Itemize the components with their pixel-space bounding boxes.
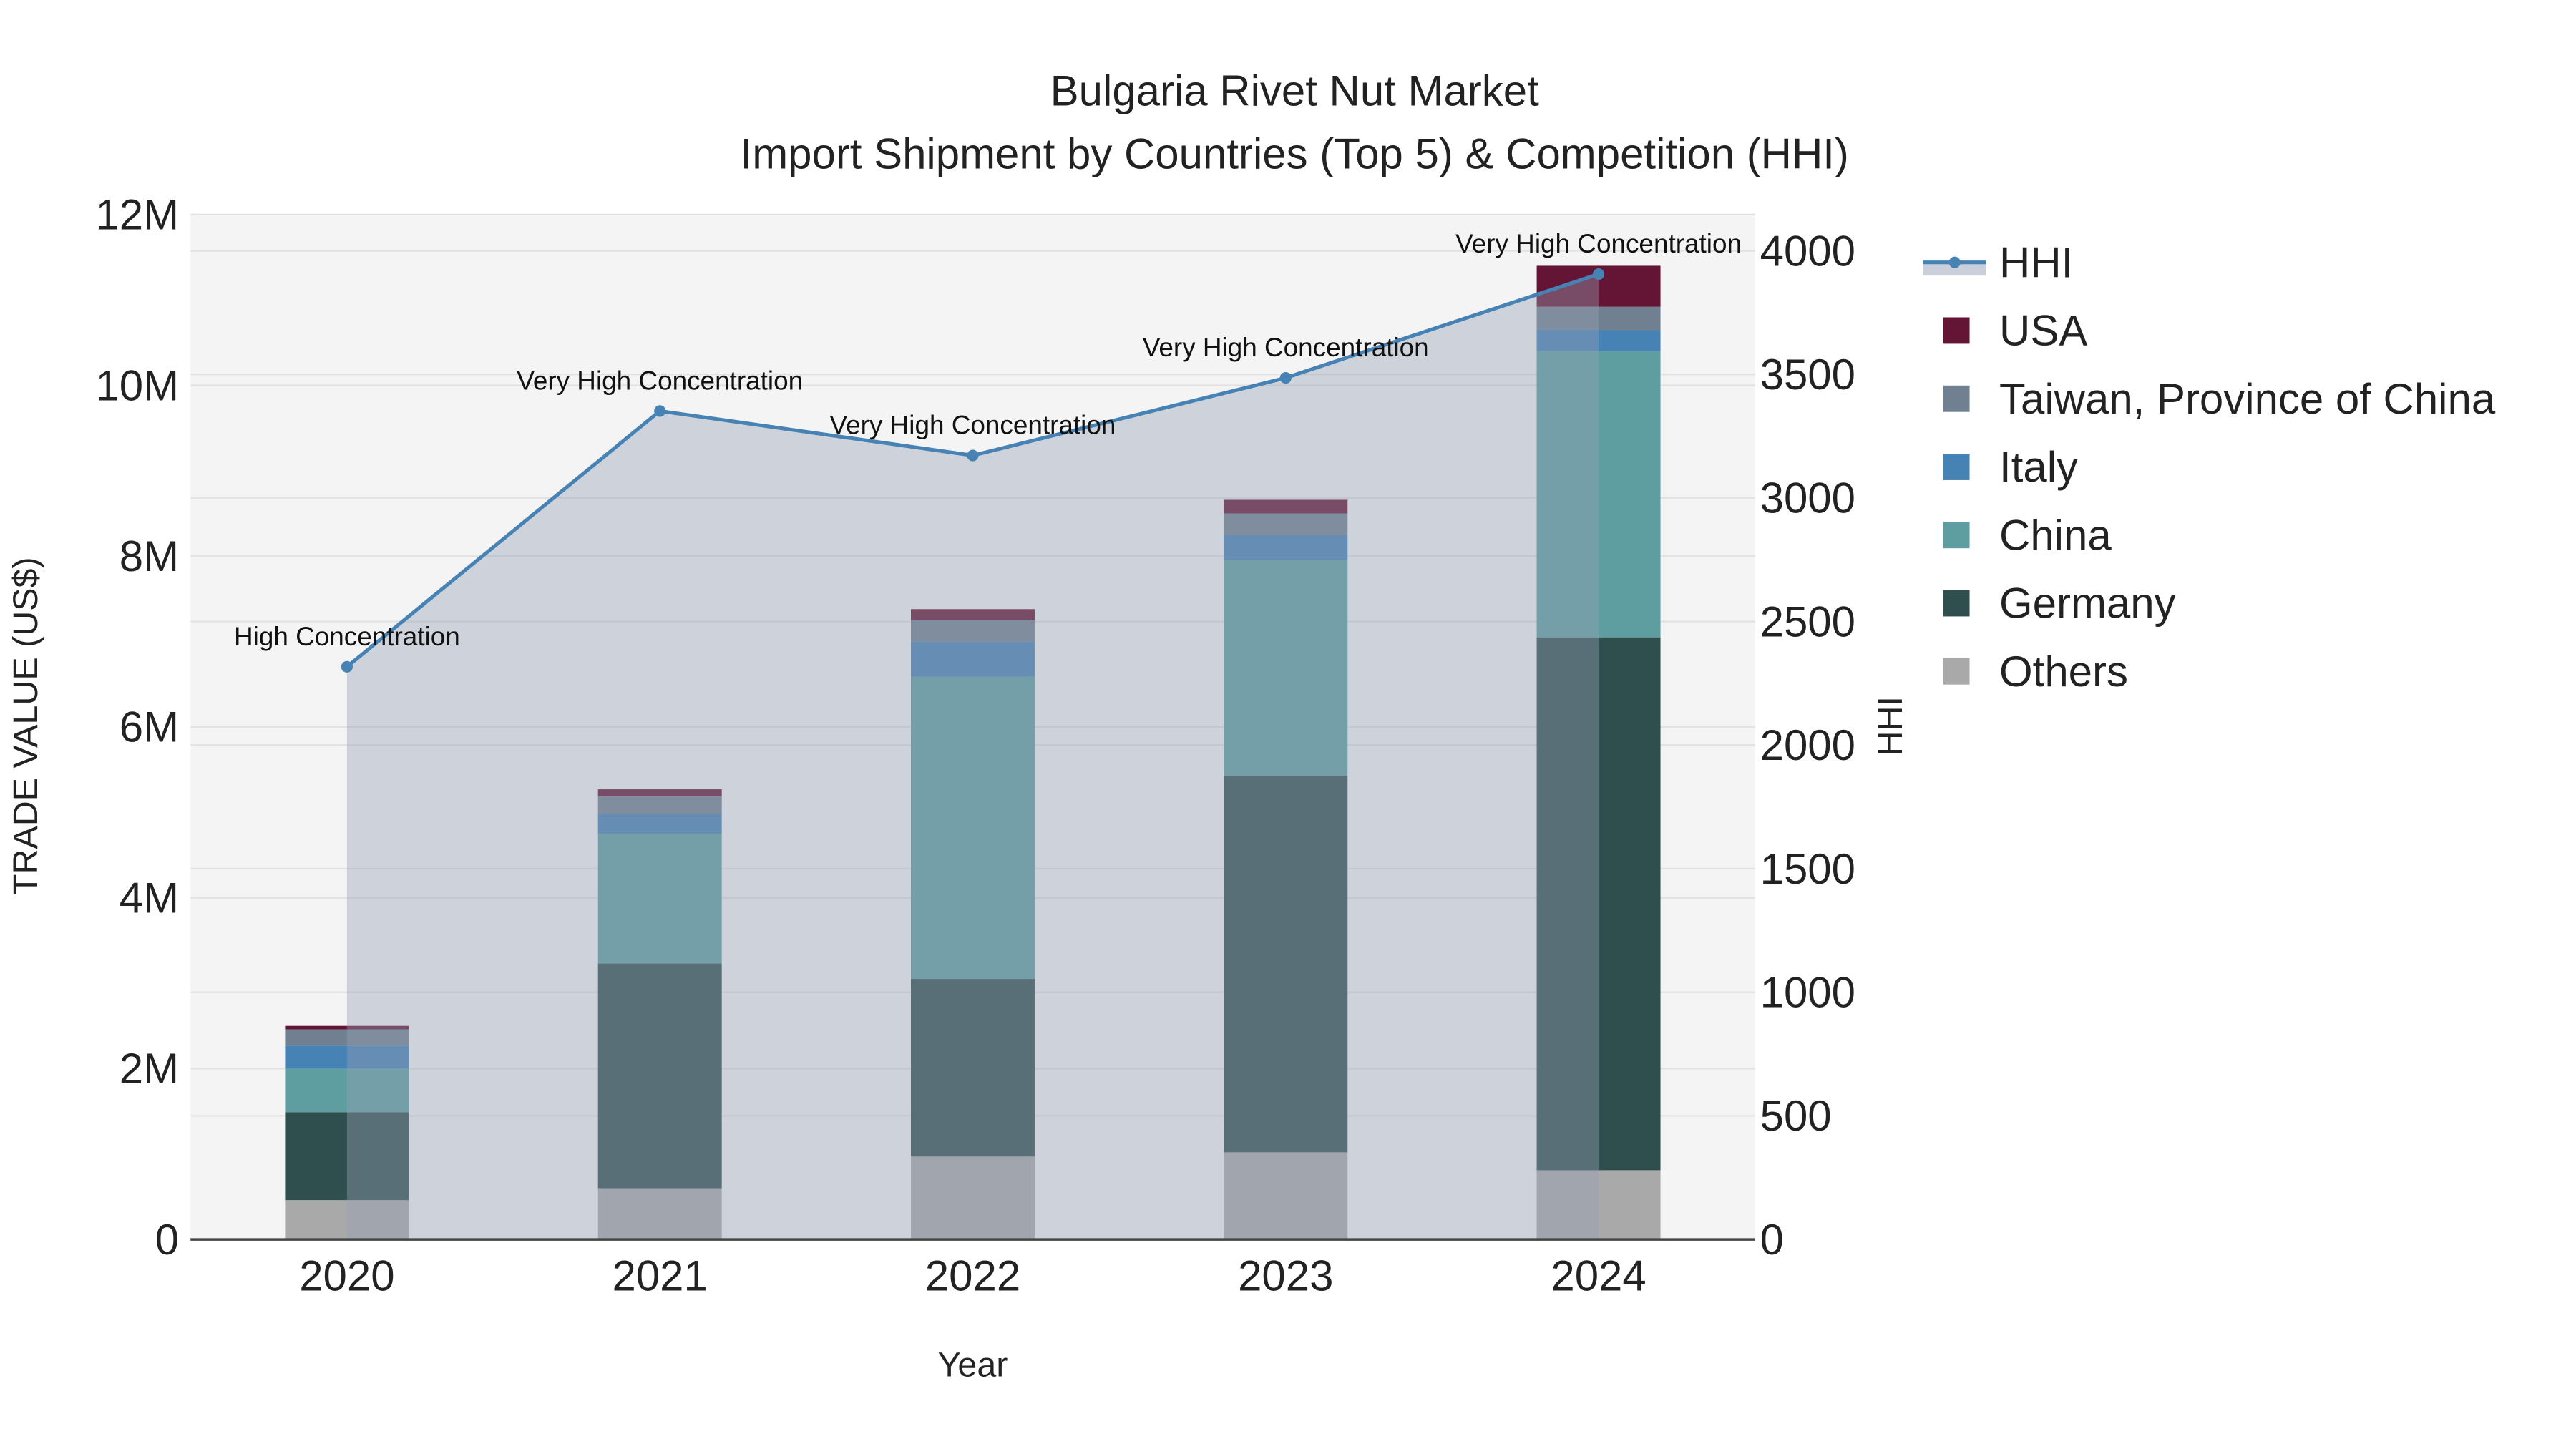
y-tick-label: 10M bbox=[95, 361, 179, 409]
legend-swatch-others bbox=[1943, 658, 1970, 685]
x-tick-label: 2022 bbox=[925, 1252, 1020, 1300]
y2-tick-label: 1000 bbox=[1760, 968, 1855, 1016]
x-tick-label: 2024 bbox=[1551, 1252, 1646, 1300]
y2-axis: 0 500 1000 1500 2000 2500 3000 3500 4000 bbox=[1760, 227, 1855, 1264]
chart-title: Bulgaria Rivet Nut Market bbox=[1050, 67, 1539, 115]
legend-label: Germany bbox=[1999, 580, 2176, 628]
y2-axis-label: HHI bbox=[1871, 696, 1910, 756]
hhi-point bbox=[1592, 268, 1605, 280]
legend: HHI USA Taiwan, Province of China Italy Chin… bbox=[1923, 238, 2496, 696]
chart-subtitle: Import Shipment by Countries (Top 5) & C… bbox=[741, 130, 1849, 177]
y2-tick-label: 3000 bbox=[1760, 474, 1855, 522]
legend-label: Taiwan, Province of China bbox=[1999, 375, 2496, 423]
x-axis-label: Year bbox=[938, 1346, 1008, 1385]
hhi-point bbox=[967, 449, 979, 462]
y2-tick-label: 1500 bbox=[1760, 845, 1855, 893]
hhi-annotation: Very High Concentration bbox=[1143, 333, 1429, 362]
y-tick-label: 0 bbox=[155, 1216, 179, 1264]
y2-tick-label: 500 bbox=[1760, 1092, 1832, 1140]
legend-label: China bbox=[1999, 511, 2112, 559]
y2-tick-label: 2000 bbox=[1760, 721, 1855, 769]
y-axis-label: TRADE VALUE (US$) bbox=[6, 557, 45, 895]
legend-label: Others bbox=[1999, 648, 2128, 696]
hhi-point bbox=[1279, 372, 1292, 384]
x-tick-label: 2021 bbox=[613, 1252, 708, 1300]
legend-label: USA bbox=[1999, 307, 2087, 355]
hhi-point bbox=[654, 405, 666, 417]
x-axis: 2020 2021 2022 2023 2024 bbox=[299, 1252, 1646, 1300]
hhi-point bbox=[341, 660, 353, 673]
legend-swatch-china bbox=[1943, 522, 1970, 549]
legend-swatch-taiwan-province-of-china bbox=[1943, 385, 1970, 412]
hhi-annotation: Very High Concentration bbox=[830, 411, 1116, 440]
legend-swatch-usa bbox=[1943, 317, 1970, 344]
y2-tick-label: 4000 bbox=[1760, 227, 1855, 275]
y-tick-label: 12M bbox=[95, 191, 179, 239]
hhi-annotation: Very High Concentration bbox=[1455, 229, 1742, 258]
y-tick-label: 4M bbox=[119, 874, 179, 922]
legend-label: HHI bbox=[1999, 238, 2073, 286]
x-tick-label: 2020 bbox=[299, 1252, 394, 1300]
y2-tick-label: 0 bbox=[1760, 1216, 1784, 1264]
y-tick-label: 6M bbox=[119, 703, 179, 751]
legend-hhi-marker bbox=[1948, 256, 1961, 268]
legend-swatch-germany bbox=[1943, 590, 1970, 617]
legend-label: Italy bbox=[1999, 443, 2078, 491]
y-tick-label: 2M bbox=[119, 1045, 179, 1093]
x-tick-label: 2023 bbox=[1238, 1252, 1333, 1300]
y-tick-label: 8M bbox=[119, 532, 179, 580]
hhi-annotation: Very High Concentration bbox=[517, 366, 803, 395]
chart: Bulgaria Rivet Nut Market Import Shipmen… bbox=[6, 67, 2496, 1385]
y2-tick-label: 2500 bbox=[1760, 597, 1855, 645]
hhi-annotation: High Concentration bbox=[234, 622, 460, 651]
y-axis: 0 2M 4M 6M 8M 10M 12M bbox=[95, 191, 179, 1264]
y2-tick-label: 3500 bbox=[1760, 351, 1855, 399]
legend-swatch-italy bbox=[1943, 454, 1970, 480]
